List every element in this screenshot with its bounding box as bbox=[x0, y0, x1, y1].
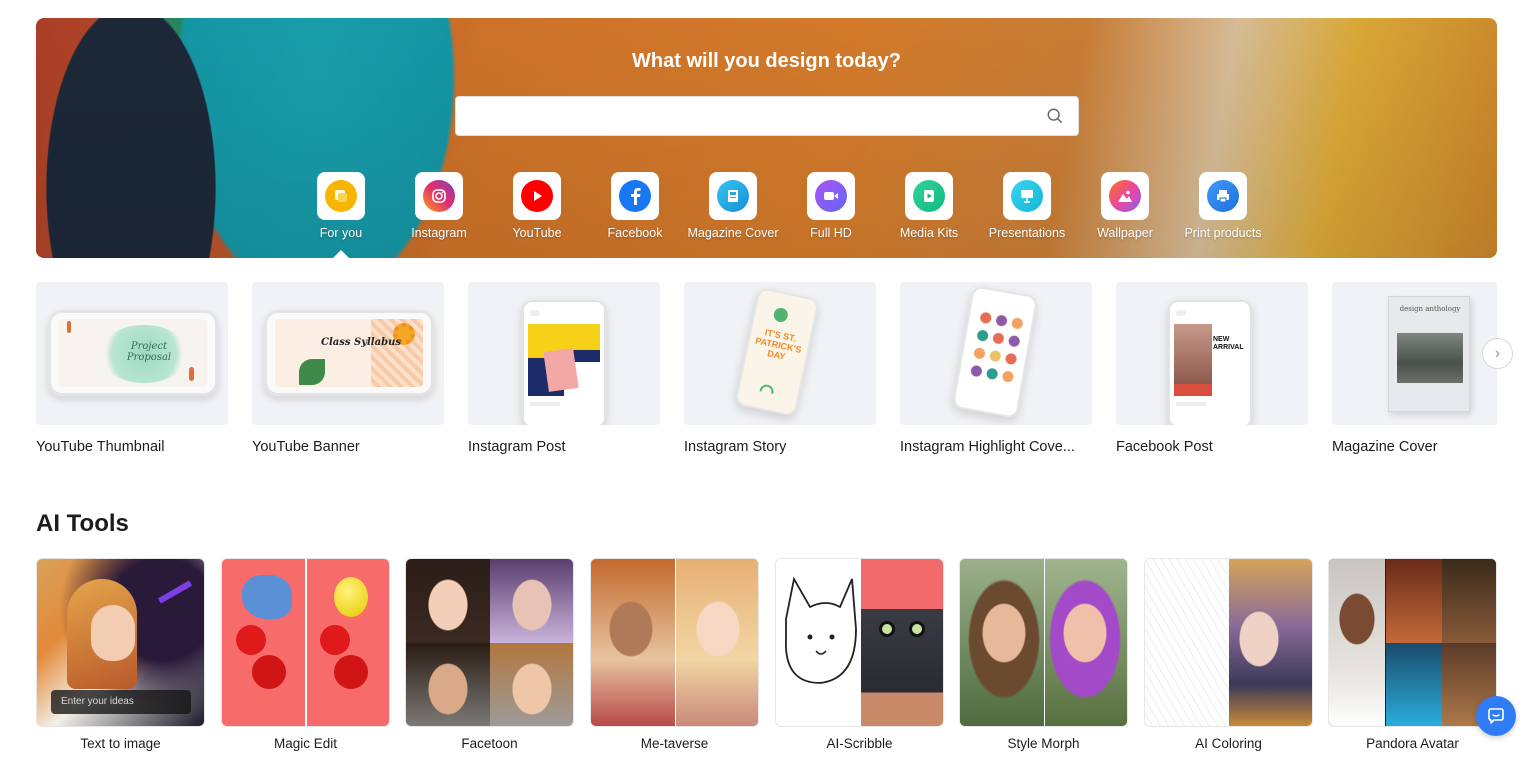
thumbnail-text: IT'S ST. PATRICK'S DAY bbox=[754, 327, 803, 362]
search-input[interactable] bbox=[456, 97, 1026, 135]
tool-label: Pandora Avatar bbox=[1366, 736, 1459, 751]
template-thumbnail: NEW ARRIVAL bbox=[1116, 282, 1308, 425]
tool-preview bbox=[959, 558, 1128, 727]
category-label: Wallpaper bbox=[1097, 226, 1153, 240]
tool-preview bbox=[1328, 558, 1497, 727]
tool-label: AI-Scribble bbox=[826, 736, 893, 751]
tool-label: Me-taverse bbox=[640, 736, 709, 751]
tool-preview bbox=[1144, 558, 1313, 727]
tool-label: Magic Edit bbox=[273, 736, 338, 751]
chat-support-button[interactable] bbox=[1476, 696, 1516, 736]
for-you-icon bbox=[325, 180, 357, 212]
search-box[interactable] bbox=[455, 96, 1079, 136]
presentation-icon bbox=[1011, 180, 1043, 212]
category-facebook[interactable]: Facebook bbox=[586, 172, 684, 240]
template-card-instagram-post[interactable]: Instagram Post bbox=[468, 282, 660, 455]
instagram-icon bbox=[423, 180, 455, 212]
ai-tool-style-morph[interactable]: Style Morph bbox=[959, 558, 1128, 751]
tool-label: Text to image bbox=[80, 736, 161, 751]
thumbnail-text: design anthology bbox=[1399, 305, 1461, 313]
category-youtube[interactable]: YouTube bbox=[488, 172, 586, 240]
section-title-ai-tools: AI Tools bbox=[36, 510, 129, 537]
active-category-caret bbox=[333, 250, 349, 258]
wallpaper-icon bbox=[1109, 180, 1141, 212]
template-card-instagram-story[interactable]: IT'S ST. PATRICK'S DAY Instagram Story bbox=[684, 282, 876, 455]
template-thumbnail bbox=[468, 282, 660, 425]
template-card-magazine-cover[interactable]: design anthology Magazine Cover bbox=[1332, 282, 1497, 455]
facebook-icon bbox=[619, 180, 651, 212]
ai-tool-facetoon[interactable]: Facetoon bbox=[405, 558, 574, 751]
category-wallpaper[interactable]: Wallpaper bbox=[1076, 172, 1174, 240]
category-label: Presentations bbox=[988, 226, 1066, 240]
template-card-facebook-post[interactable]: NEW ARRIVAL Facebook Post bbox=[1116, 282, 1308, 455]
chat-icon bbox=[1488, 708, 1504, 724]
thumbnail-text: Class Syllabus bbox=[321, 337, 401, 348]
category-label: Full HD bbox=[810, 226, 852, 240]
template-title: Instagram Post bbox=[468, 439, 566, 455]
template-thumbnail bbox=[900, 282, 1092, 425]
template-title: YouTube Banner bbox=[252, 439, 360, 455]
magazine-icon bbox=[717, 180, 749, 212]
search-icon[interactable] bbox=[1046, 107, 1064, 125]
tool-label: Style Morph bbox=[1007, 736, 1080, 751]
template-carousel: Project Proposal YouTube Thumbnail Class… bbox=[36, 282, 1497, 462]
tool-preview: Enter your ideas bbox=[36, 558, 205, 727]
tool-label: Facetoon bbox=[461, 736, 518, 751]
template-title: Magazine Cover bbox=[1332, 439, 1438, 455]
tool-preview bbox=[775, 558, 944, 727]
chevron-right-icon: › bbox=[1494, 344, 1501, 362]
prompt-input-preview: Enter your ideas bbox=[51, 690, 191, 714]
template-title: Instagram Story bbox=[684, 439, 787, 455]
template-thumbnail: Class Syllabus bbox=[252, 282, 444, 425]
tool-preview bbox=[221, 558, 390, 727]
thumbnail-text: Project Proposal bbox=[126, 341, 172, 363]
template-thumbnail: Project Proposal bbox=[36, 282, 228, 425]
ai-tool-me-taverse[interactable]: Me-taverse bbox=[590, 558, 759, 751]
hero-banner: What will you design today? For you Inst… bbox=[36, 18, 1497, 258]
ai-tools-grid: Enter your ideas Text to image Magic Edi… bbox=[36, 558, 1497, 758]
tool-preview bbox=[590, 558, 759, 727]
category-instagram[interactable]: Instagram bbox=[390, 172, 488, 240]
ai-tool-ai-coloring[interactable]: AI Coloring bbox=[1144, 558, 1313, 751]
hero-title: What will you design today? bbox=[632, 50, 901, 72]
thumbnail-text: NEW ARRIVAL bbox=[1213, 336, 1244, 351]
video-icon bbox=[815, 180, 847, 212]
ai-tool-magic-edit[interactable]: Magic Edit bbox=[221, 558, 390, 751]
scribble-cat-sketch bbox=[785, 576, 857, 684]
template-title: Facebook Post bbox=[1116, 439, 1213, 455]
template-card-instagram-highlight-cover[interactable]: Instagram Highlight Cove... bbox=[900, 282, 1092, 455]
carousel-next-button[interactable]: › bbox=[1482, 338, 1513, 369]
template-thumbnail: design anthology bbox=[1332, 282, 1497, 425]
ai-tool-pandora-avatar[interactable]: Pandora Avatar bbox=[1328, 558, 1497, 751]
category-label: Print products bbox=[1184, 226, 1262, 240]
ai-tool-ai-scribble[interactable]: AI-Scribble bbox=[775, 558, 944, 751]
category-label: Instagram bbox=[411, 226, 467, 240]
category-label: Media Kits bbox=[899, 226, 959, 240]
template-thumbnail: IT'S ST. PATRICK'S DAY bbox=[684, 282, 876, 425]
template-card-youtube-banner[interactable]: Class Syllabus YouTube Banner bbox=[252, 282, 444, 455]
category-label: YouTube bbox=[512, 226, 562, 240]
category-presentations[interactable]: Presentations bbox=[978, 172, 1076, 240]
category-label: Facebook bbox=[607, 226, 663, 240]
template-title: Instagram Highlight Cove... bbox=[900, 439, 1075, 455]
template-card-youtube-thumbnail[interactable]: Project Proposal YouTube Thumbnail bbox=[36, 282, 228, 455]
tool-label: AI Coloring bbox=[1195, 736, 1262, 751]
category-for-you[interactable]: For you bbox=[292, 172, 390, 258]
category-media-kits[interactable]: Media Kits bbox=[880, 172, 978, 240]
template-title: YouTube Thumbnail bbox=[36, 439, 165, 455]
category-label: Magazine Cover bbox=[687, 226, 779, 240]
category-bar: For you Instagram YouTube Facebook Magaz… bbox=[292, 172, 1272, 258]
media-kit-icon bbox=[913, 180, 945, 212]
printer-icon bbox=[1207, 180, 1239, 212]
category-print-products[interactable]: Print products bbox=[1174, 172, 1272, 240]
youtube-icon bbox=[521, 180, 553, 212]
category-label: For you bbox=[319, 226, 363, 240]
tool-preview bbox=[405, 558, 574, 727]
category-full-hd[interactable]: Full HD bbox=[782, 172, 880, 240]
ai-tool-text-to-image[interactable]: Enter your ideas Text to image bbox=[36, 558, 205, 751]
category-magazine-cover[interactable]: Magazine Cover bbox=[684, 172, 782, 240]
